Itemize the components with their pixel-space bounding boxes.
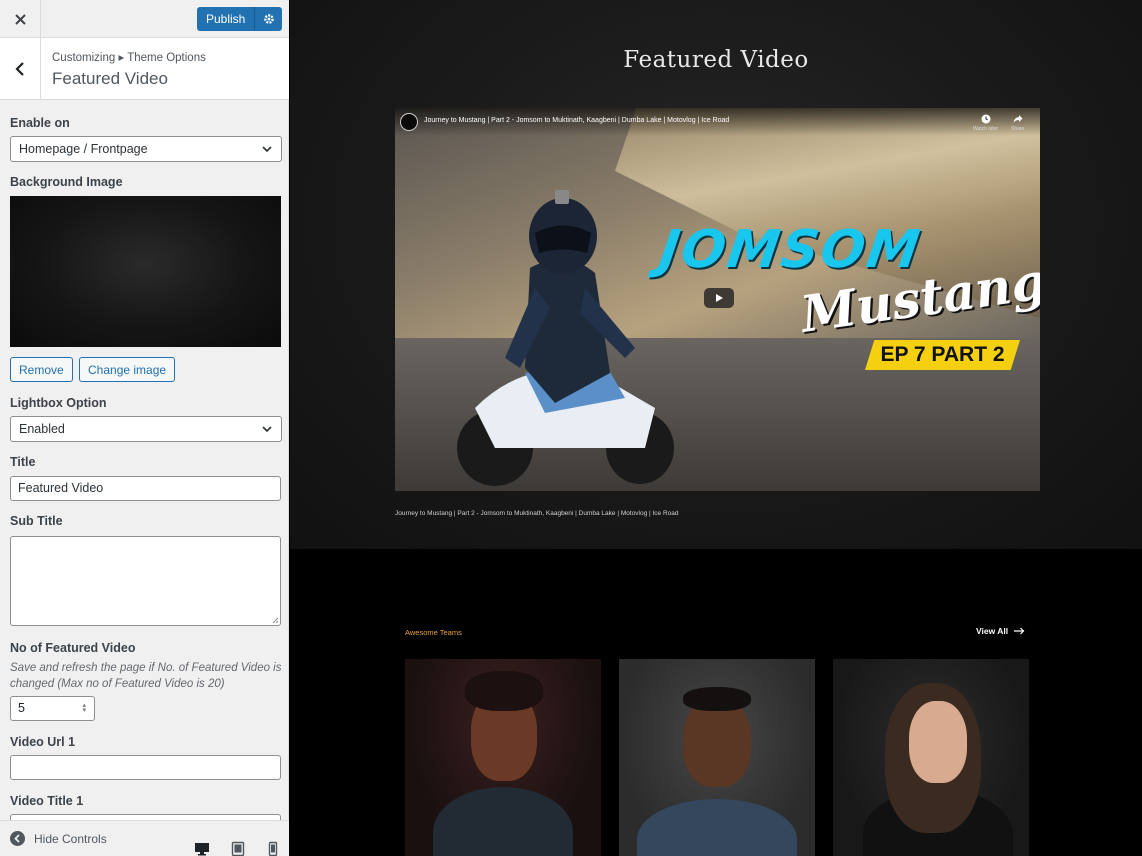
share-icon: [1013, 115, 1023, 123]
play-button[interactable]: [704, 288, 734, 308]
view-all-link[interactable]: View All: [976, 626, 1025, 636]
play-icon: [716, 294, 723, 302]
mobile-icon[interactable]: [265, 841, 281, 856]
sub-title-textarea[interactable]: [10, 536, 281, 626]
enable-on-value: Homepage / Frontpage: [19, 142, 148, 156]
arrow-left-circle-icon: [10, 831, 25, 846]
title-input[interactable]: Featured Video: [10, 476, 281, 501]
featured-video-count-value: 5: [18, 701, 25, 715]
hide-controls-label: Hide Controls: [34, 831, 107, 846]
publish-button[interactable]: Publish: [197, 7, 256, 31]
lightbox-option-value: Enabled: [19, 422, 65, 436]
team-section-kicker: Awesome Teams: [405, 628, 462, 637]
publish-settings-button[interactable]: [255, 7, 283, 31]
gear-icon: [264, 14, 274, 24]
enable-on-select[interactable]: Homepage / Frontpage: [10, 136, 282, 162]
change-image-button[interactable]: Change image: [79, 357, 176, 382]
section-title: Featured Video: [52, 69, 168, 88]
back-button[interactable]: [0, 38, 41, 99]
featured-video-count-label: No of Featured Video: [10, 641, 136, 655]
team-member-photo: [637, 799, 797, 856]
sub-title-label: Sub Title: [10, 514, 63, 528]
close-customizer-button[interactable]: [0, 0, 41, 38]
channel-avatar[interactable]: [400, 113, 418, 131]
desktop-icon[interactable]: [194, 841, 210, 856]
featured-video-section: Featured Video JOMSOM Mustang EP 7 PART …: [290, 0, 1142, 549]
share-label: Share: [1011, 126, 1025, 132]
remove-image-button[interactable]: Remove: [10, 357, 73, 382]
tablet-icon[interactable]: [230, 841, 246, 856]
title-label: Title: [10, 455, 36, 469]
background-image-label: Background Image: [10, 175, 123, 189]
video-embed[interactable]: JOMSOM Mustang EP 7 PART 2 Journey to Mu…: [395, 108, 1040, 491]
video-caption: Journey to Mustang | Part 2 - Jomsom to …: [395, 510, 679, 517]
team-member-photo: [433, 787, 573, 856]
section-header: Customizing ▸ Theme Options Featured Vid…: [0, 38, 289, 100]
team-member-photo-head: [909, 701, 967, 783]
lightbox-option-label: Lightbox Option: [10, 396, 107, 410]
thumbnail-title-line1: JOMSOM: [655, 220, 925, 280]
close-icon: [14, 13, 26, 25]
video-url-1-input[interactable]: [10, 755, 281, 780]
breadcrumb: Customizing ▸ Theme Options: [52, 52, 206, 64]
team-member-photo-hair: [465, 671, 543, 711]
featured-video-title: Featured Video: [623, 47, 809, 73]
video-top-bar: Journey to Mustang | Part 2 - Jomsom to …: [395, 108, 1040, 136]
customizer-topbar: Publish: [0, 0, 289, 38]
share-button[interactable]: Share: [1011, 114, 1024, 132]
team-member-card[interactable]: [619, 659, 815, 856]
team-member-card[interactable]: [405, 659, 601, 856]
watch-later-button[interactable]: Watch later: [973, 114, 998, 132]
watch-later-label: Watch later: [973, 126, 999, 132]
number-spinner-icon[interactable]: ▴ ▾: [82, 702, 86, 714]
video-bar-title[interactable]: Journey to Mustang | Part 2 - Jomsom to …: [424, 117, 729, 124]
arrow-right-icon: [1014, 627, 1025, 635]
video-thumbnail-rider: [457, 190, 674, 486]
video-url-1-label: Video Url 1: [10, 735, 76, 749]
resize-grip-icon[interactable]: [271, 616, 279, 624]
video-title-1-label: Video Title 1: [10, 794, 84, 808]
team-member-photo-hair: [683, 687, 751, 711]
team-member-card[interactable]: [833, 659, 1029, 856]
publish-group: Publish: [197, 7, 283, 31]
chevron-down-icon: [262, 146, 272, 153]
featured-video-count-input[interactable]: 5 ▴ ▾: [10, 696, 95, 721]
lightbox-option-select[interactable]: Enabled: [10, 416, 282, 442]
controls-panel: Enable on Homepage / Frontpage Backgroun…: [0, 100, 289, 820]
site-preview: Featured Video JOMSOM Mustang EP 7 PART …: [290, 0, 1142, 856]
hide-controls-button[interactable]: Hide Controls: [10, 831, 107, 846]
featured-video-count-help: Save and refresh the page if No. of Feat…: [10, 662, 282, 690]
customizer-footer: Hide Controls: [0, 820, 289, 856]
chevron-left-icon: [15, 61, 24, 76]
background-image-preview: [10, 196, 281, 347]
chevron-down-icon: [262, 426, 272, 433]
view-all-label: View All: [976, 626, 1009, 636]
thumbnail-episode-badge: EP 7 PART 2: [865, 340, 1020, 370]
enable-on-label: Enable on: [10, 116, 70, 130]
customizer-sidebar: Publish Customizing ▸ Theme Options Feat…: [0, 0, 289, 856]
clock-icon: [981, 114, 991, 124]
